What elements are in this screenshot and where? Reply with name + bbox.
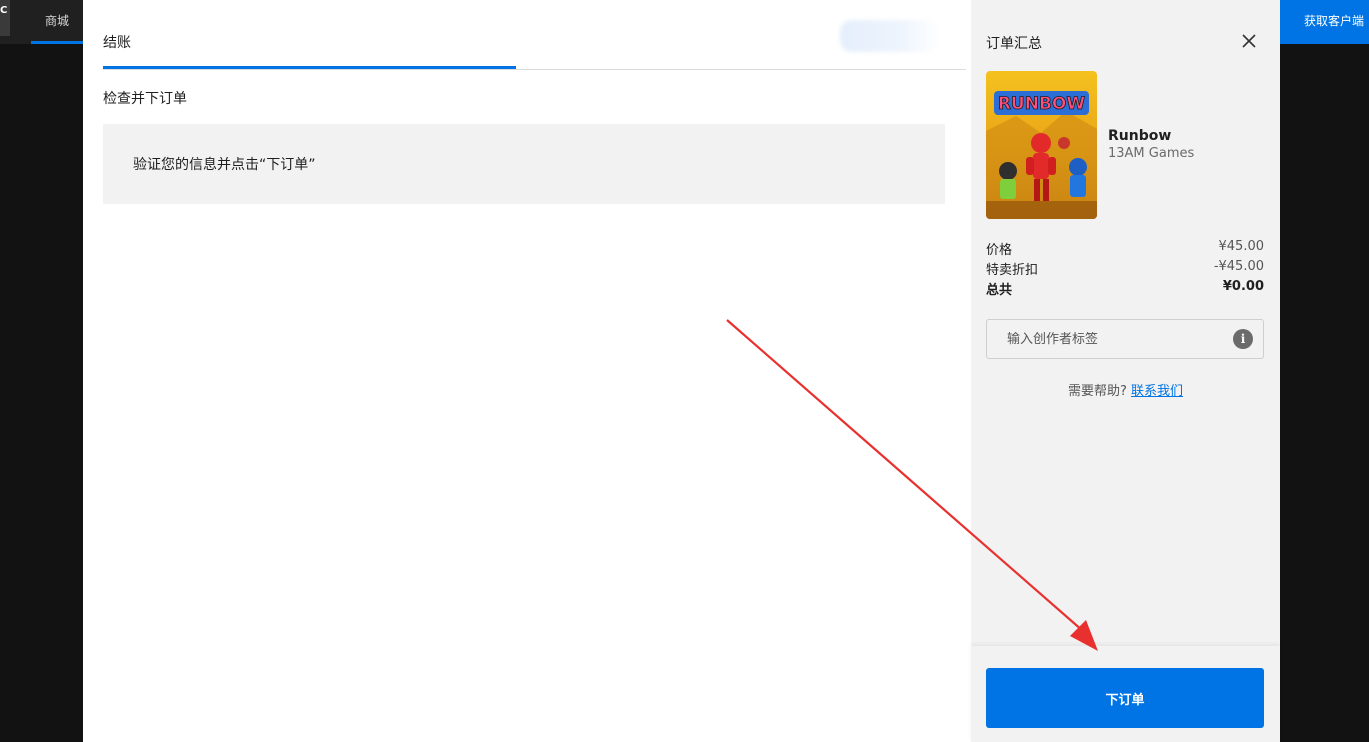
nav-store[interactable]: 商城 bbox=[31, 0, 83, 44]
discount-label: 特卖折扣 bbox=[986, 263, 1039, 278]
tab-divider bbox=[103, 69, 966, 70]
verify-message: 验证您的信息并点击“下订单” bbox=[133, 157, 316, 173]
tab-checkout[interactable]: 结账 bbox=[103, 32, 131, 52]
discount-value: -¥45.00 bbox=[1213, 259, 1264, 274]
help-section: 需要帮助? 联系我们 bbox=[971, 380, 1280, 399]
help-text: 需要帮助? bbox=[1067, 384, 1127, 399]
price-row: 价格 ¥45.00 bbox=[986, 239, 1264, 259]
checkout-panel: 结账 检查并下订单 验证您的信息并点击“下订单” bbox=[83, 0, 971, 742]
blurred-account-chip bbox=[840, 20, 940, 52]
total-label: 总共 bbox=[986, 283, 1013, 298]
info-icon[interactable]: i bbox=[1233, 329, 1253, 349]
discount-row: 特卖折扣 -¥45.00 bbox=[986, 259, 1264, 279]
creator-tag-field: i bbox=[986, 319, 1264, 359]
get-client-button[interactable]: 获取客户端 bbox=[1280, 0, 1369, 44]
creator-tag-input[interactable] bbox=[1007, 331, 1233, 347]
order-summary-title: 订单汇总 bbox=[986, 36, 1042, 52]
product-developer: 13AM Games bbox=[1108, 146, 1195, 161]
price-label: 价格 bbox=[986, 243, 1013, 258]
contact-us-link[interactable]: 联系我们 bbox=[1131, 384, 1183, 399]
checkout-modal: 结账 检查并下订单 验证您的信息并点击“下订单” 订单汇总 RUNBOW Run… bbox=[83, 0, 1280, 742]
close-button[interactable] bbox=[1238, 30, 1260, 52]
summary-footer: 下订单 bbox=[971, 646, 1280, 742]
cover-title: RUNBOW bbox=[998, 94, 1086, 114]
close-icon bbox=[1242, 34, 1256, 48]
price-value: ¥45.00 bbox=[1218, 239, 1265, 254]
total-row: 总共 ¥0.00 bbox=[986, 279, 1264, 299]
epic-logo[interactable]: C bbox=[0, 0, 10, 36]
total-value: ¥0.00 bbox=[1222, 279, 1264, 294]
order-summary-panel: 订单汇总 RUNBOW Runbow 13AM Games 价格 ¥45.00 … bbox=[971, 0, 1280, 742]
product-name: Runbow bbox=[1108, 128, 1172, 144]
place-order-button[interactable]: 下订单 bbox=[986, 668, 1264, 728]
section-title: 检查并下订单 bbox=[103, 91, 187, 107]
verify-info-box: 验证您的信息并点击“下订单” bbox=[103, 124, 945, 204]
product-cover-image: RUNBOW bbox=[986, 71, 1097, 219]
